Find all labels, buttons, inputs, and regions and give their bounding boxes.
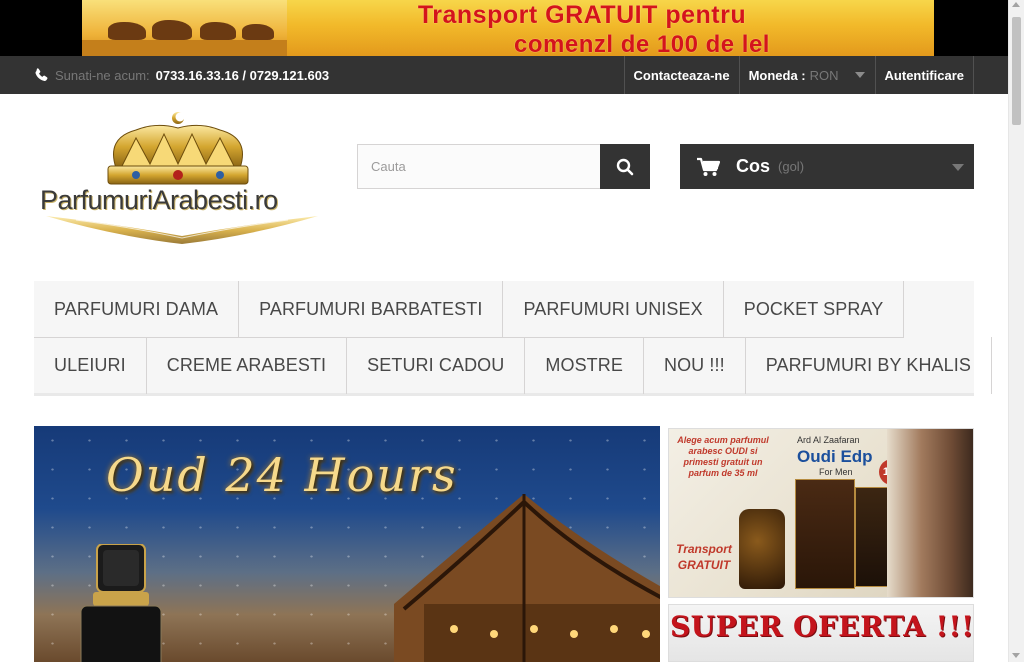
menu-item-nou[interactable]: NOU !!! (644, 337, 746, 394)
menu-item-seturi-cadou[interactable]: SETURI CADOU (347, 337, 526, 394)
scroll-up-arrow-icon[interactable] (1012, 2, 1020, 7)
oudi-subtitle: For Men (819, 467, 853, 477)
cart-status: (gol) (778, 159, 805, 174)
menu-item-parfumuri-unisex[interactable]: PARFUMURI UNISEX (503, 281, 724, 338)
contact-link[interactable]: Contacteaza-ne (623, 56, 739, 94)
phone-icon (35, 68, 48, 82)
hero-slider[interactable]: Oud 24 Hours (34, 426, 660, 662)
menu-item-parfumuri-by-khalis[interactable]: PARFUMURI BY KHALIS (746, 337, 992, 394)
promo-line-2: comenzl de 100 de lel (514, 31, 770, 56)
chevron-down-icon (854, 72, 865, 78)
promo-line-1: Transport GRATUIT pentru (417, 1, 747, 29)
login-link[interactable]: Autentificare (874, 56, 974, 94)
logo-text: ParfumuriArabesti.ro (40, 185, 278, 215)
top-utility-bar: Sunati-ne acum: 0733.16.33.16 / 0729.121… (0, 56, 1008, 94)
site-logo[interactable]: ParfumuriArabesti.ro (36, 108, 328, 248)
currency-selector[interactable]: Moneda : RON (738, 56, 875, 94)
crown-icon (46, 112, 318, 244)
phone-numbers[interactable]: 0733.16.33.16 / 0729.121.603 (156, 68, 330, 83)
promo-banner-image[interactable]: Transport GRATUIT pentru comenzl de 100 … (82, 0, 934, 56)
phone-info: Sunati-ne acum: 0733.16.33.16 / 0729.121… (34, 56, 329, 94)
search-button[interactable] (600, 144, 650, 189)
menu-item-creme-arabesti[interactable]: CREME ARABESTI (147, 337, 348, 394)
scroll-down-arrow-icon[interactable] (1012, 653, 1020, 658)
tent-illustration (394, 494, 660, 662)
shopping-cart-icon (697, 157, 720, 176)
super-offer-banner[interactable]: SUPER OFERTA !!! (668, 604, 974, 662)
search-input[interactable] (357, 144, 600, 189)
camels-illustration (82, 0, 287, 56)
free-transport-text: Transport GRATUIT (676, 542, 732, 572)
super-offer-title: SUPER OFERTA !!! (669, 610, 974, 643)
cart-label: Cos (736, 156, 771, 176)
oudi-title: Oudi Edp (797, 447, 873, 466)
scroll-thumb[interactable] (1012, 17, 1021, 125)
currency-label: Moneda : (748, 67, 806, 83)
search-bar (357, 144, 650, 189)
menu-item-mostre[interactable]: MOSTRE (525, 337, 644, 394)
main-menu: PARFUMURI DAMA PARFUMURI BARBATESTI PARF… (34, 281, 992, 396)
utility-links: Contacteaza-ne Moneda : RON Autentificar… (623, 56, 974, 94)
chevron-down-icon (952, 164, 964, 171)
oudi-promo-banner[interactable]: Alege acum parfumul arabesc OUDI si prim… (668, 428, 974, 598)
cart-button[interactable]: Cos (gol) (680, 144, 974, 189)
perfume-box-image (795, 479, 855, 589)
oudi-brand: Ard Al Zaafaran (797, 435, 860, 445)
menu-item-parfumuri-barbatesti[interactable]: PARFUMURI BARBATESTI (239, 281, 504, 338)
model-photo (887, 429, 973, 597)
page-scrollbar[interactable] (1008, 0, 1024, 662)
menu-item-pocket-spray[interactable]: POCKET SPRAY (723, 281, 905, 338)
oudi-offer-text: Alege acum parfumul arabesc OUDI si prim… (677, 435, 769, 478)
menu-item-uleiuri[interactable]: ULEIURI (34, 337, 147, 394)
menu-row-2: ULEIURI CREME ARABESTI SETURI CADOU MOST… (34, 337, 992, 394)
promo-banner[interactable]: Transport GRATUIT pentru comenzl de 100 … (0, 0, 1008, 56)
perfume-bottle-image (739, 509, 785, 589)
perfume-bottle-image (80, 544, 162, 662)
search-icon (616, 158, 634, 175)
phone-label: Sunati-ne acum: (55, 67, 150, 83)
currency-value: RON (809, 67, 839, 83)
menu-row-1: PARFUMURI DAMA PARFUMURI BARBATESTI PARF… (34, 281, 905, 338)
menu-item-parfumuri-dama[interactable]: PARFUMURI DAMA (34, 281, 240, 338)
